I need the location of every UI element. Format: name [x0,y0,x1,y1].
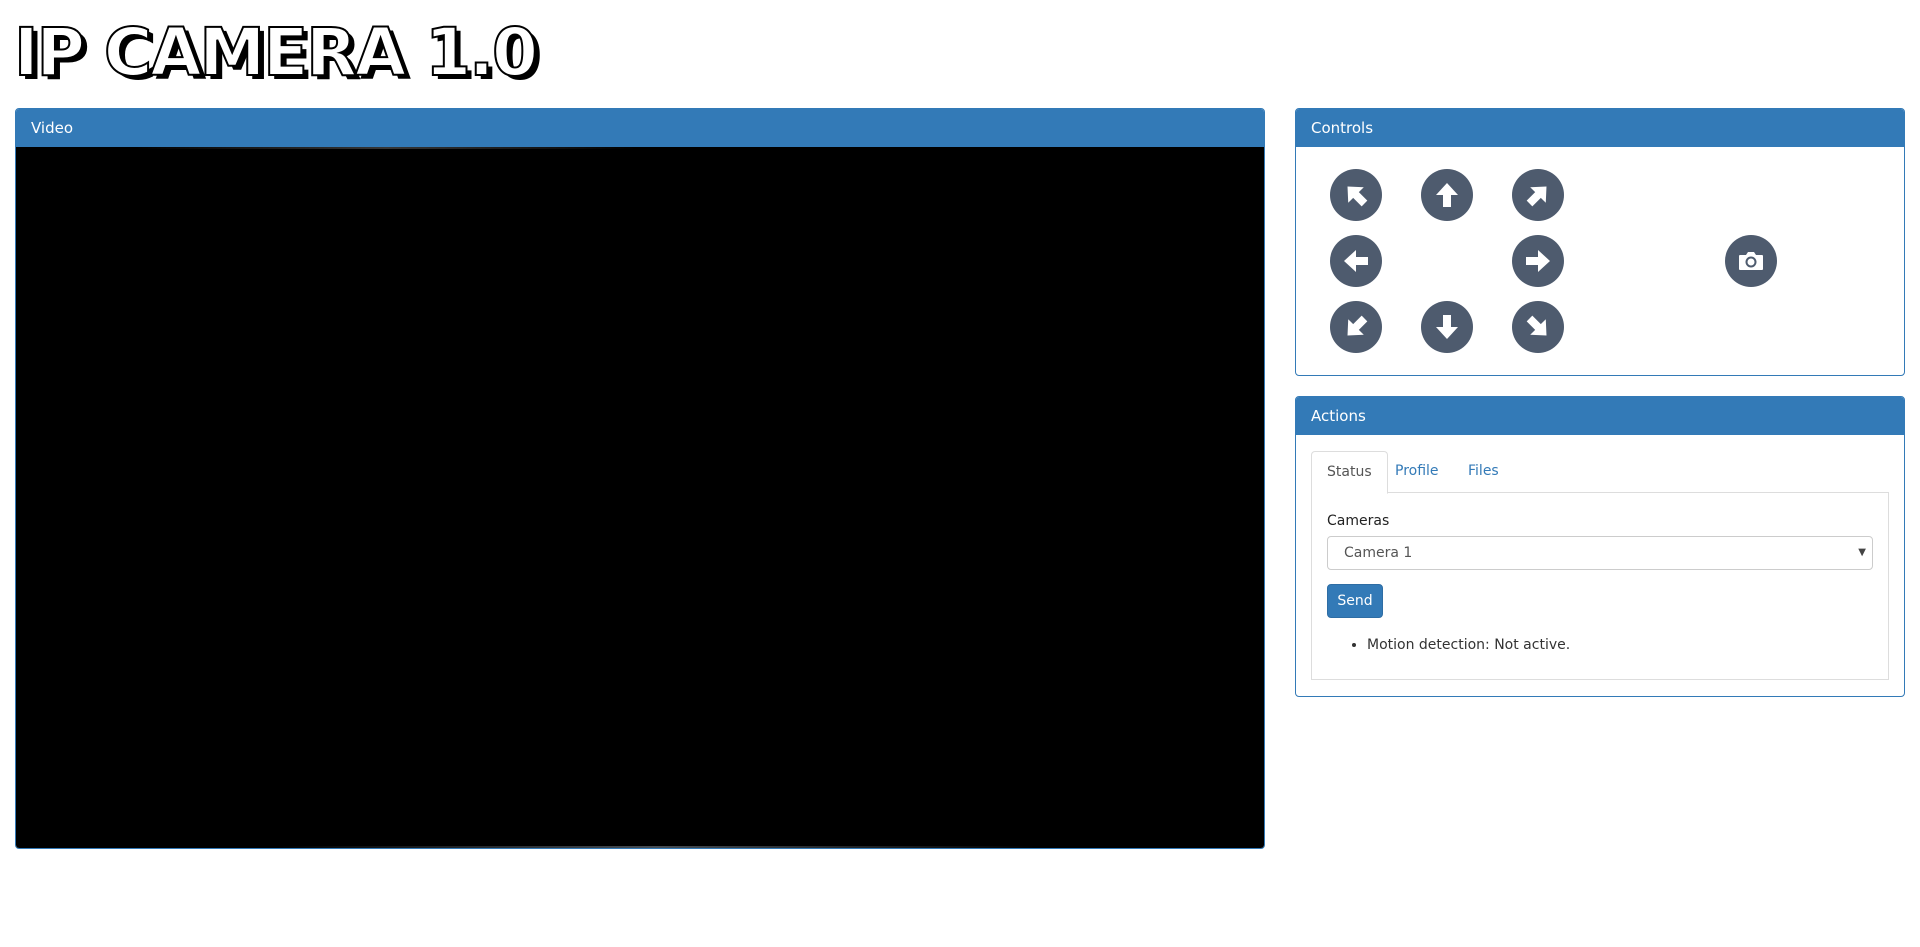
move-left-button[interactable] [1330,235,1382,287]
controls-panel-heading: Controls [1296,109,1904,147]
status-list: Motion detection: Not active. [1367,637,1570,653]
arrow-down-left-icon [1347,315,1368,336]
cameras-label: Cameras [1327,513,1390,529]
move-down-left-button[interactable] [1330,301,1382,353]
tab-files[interactable]: Files [1453,451,1514,493]
controls-panel: Controls [1295,108,1905,376]
move-up-button[interactable] [1421,169,1473,221]
camera-icon [1739,252,1763,270]
camera-select[interactable]: Camera 1 ▼ [1327,536,1873,570]
video-panel: Video [15,108,1265,849]
arrow-down-icon [1436,315,1458,339]
tab-profile[interactable]: Profile [1380,451,1454,493]
status-tab-content: Cameras Camera 1 ▼ Send Motion detection… [1311,492,1889,680]
camera-select-value: Camera 1 [1344,545,1413,561]
snapshot-button[interactable] [1725,235,1777,287]
move-up-right-button[interactable] [1512,169,1564,221]
video-frame-edge [276,846,1036,848]
arrow-down-right-icon [1526,315,1547,336]
move-down-button[interactable] [1421,301,1473,353]
video-panel-heading: Video [16,109,1264,147]
actions-panel: Actions Status Profile Files Cameras Cam… [1295,396,1905,697]
arrow-up-left-icon [1347,186,1368,207]
arrow-up-right-icon [1526,186,1547,207]
send-button[interactable]: Send [1327,584,1383,618]
actions-panel-heading: Actions [1296,397,1904,435]
video-stream[interactable] [16,147,1264,848]
arrow-up-icon [1436,183,1458,207]
arrow-left-icon [1344,250,1368,272]
arrow-right-icon [1526,250,1550,272]
move-down-right-button[interactable] [1512,301,1564,353]
tab-status[interactable]: Status [1311,451,1388,494]
actions-tabs: Status Profile Files [1311,451,1889,494]
move-up-left-button[interactable] [1330,169,1382,221]
app-title: IP CAMERA 1.0 [13,14,539,91]
move-right-button[interactable] [1512,235,1564,287]
chevron-down-icon: ▼ [1858,547,1866,558]
video-frame-edge [136,147,636,149]
status-item-motion-detection: Motion detection: Not active. [1367,637,1570,653]
